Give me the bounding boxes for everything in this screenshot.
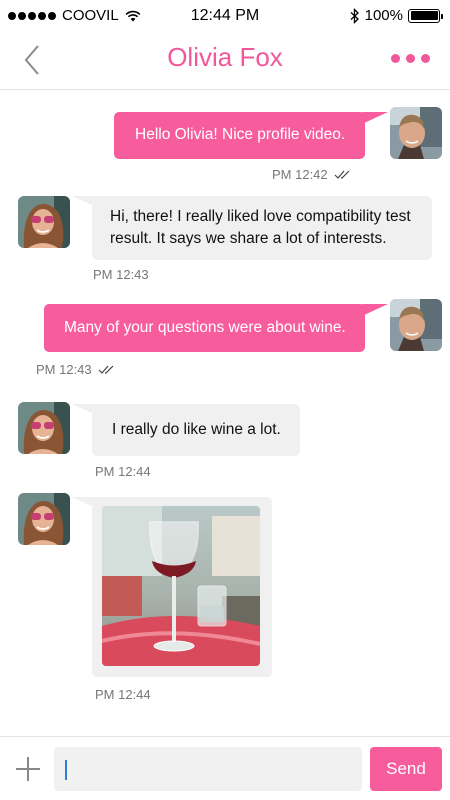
double-check-icon (334, 170, 350, 179)
message-timestamp: PM 12:44 (95, 464, 151, 479)
battery-percent: 100% (364, 7, 403, 24)
wine-glass-photo[interactable] (102, 506, 260, 666)
avatar-olivia[interactable] (18, 196, 70, 248)
message-timestamp: PM 12:43 (93, 267, 149, 282)
message-bubble-incoming[interactable]: Hi, there! I really liked love compatibi… (92, 196, 432, 260)
composer-bar: Send (0, 736, 450, 800)
timestamp-text: PM 12:44 (95, 464, 151, 479)
message-bubble-outgoing[interactable]: Many of your questions were about wine. (44, 304, 365, 352)
message-text: Hello Olivia! Nice profile video. (135, 126, 346, 143)
battery-icon (408, 8, 443, 23)
timestamp-text: PM 12:43 (36, 362, 92, 377)
avatar-olivia[interactable] (18, 402, 70, 454)
status-right: 100% (350, 7, 443, 24)
more-button[interactable] (391, 54, 430, 63)
avatar-me[interactable] (390, 107, 442, 159)
avatar-olivia[interactable] (18, 493, 70, 545)
plus-icon[interactable] (14, 755, 42, 783)
send-button[interactable]: Send (370, 747, 442, 791)
bluetooth-icon (350, 7, 359, 24)
message-text: Many of your questions were about wine. (64, 319, 346, 336)
message-bubble-incoming[interactable]: I really do like wine a lot. (92, 404, 300, 456)
page-title: Olivia Fox (167, 42, 283, 72)
message-timestamp: PM 12:44 (95, 687, 151, 702)
status-bar: COOVIL 12:44 PM 100% (0, 0, 450, 32)
text-caret (65, 760, 67, 780)
bubble-tail (362, 304, 388, 316)
bubble-tail (362, 112, 388, 124)
message-text: Hi, there! I really liked love compatibi… (110, 208, 411, 247)
chat-header: Olivia Fox (0, 32, 450, 90)
double-check-icon (98, 365, 114, 374)
message-timestamp: PM 12:43 (36, 362, 116, 377)
avatar-me[interactable] (390, 299, 442, 351)
message-bubble-outgoing[interactable]: Hello Olivia! Nice profile video. (114, 112, 365, 159)
message-timestamp: PM 12:42 (272, 167, 352, 182)
message-input[interactable] (54, 747, 362, 791)
message-text: I really do like wine a lot. (112, 421, 281, 438)
timestamp-text: PM 12:43 (93, 267, 149, 282)
more-dots-icon (391, 54, 400, 63)
timestamp-text: PM 12:44 (95, 687, 151, 702)
timestamp-text: PM 12:42 (272, 167, 328, 182)
